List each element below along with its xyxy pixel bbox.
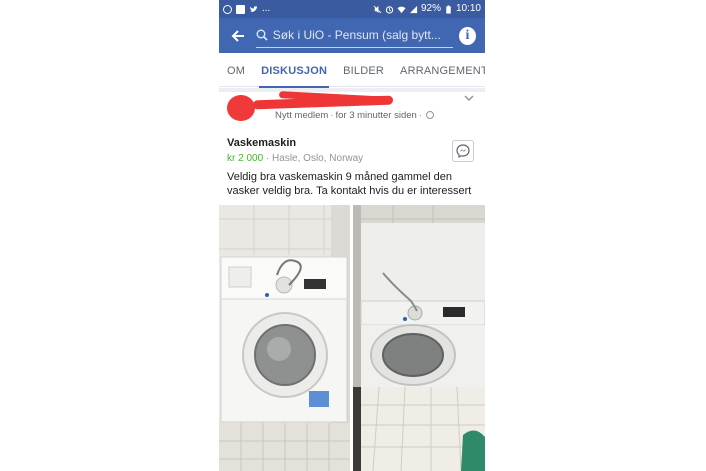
search-icon: [256, 29, 268, 41]
signal-icon: [409, 5, 418, 13]
notification-overflow: ...: [262, 3, 271, 14]
photo-grid: [219, 205, 485, 471]
post-meta: Nytt medlem · for 3 minutter siden ·: [275, 110, 434, 121]
twitter-icon: [249, 5, 258, 12]
listing-title: Vaskemaskin: [227, 137, 297, 149]
messenger-chat-icon: [456, 144, 470, 158]
washing-machine-photo-1[interactable]: [219, 205, 350, 471]
wifi-icon: [397, 6, 406, 13]
meta-separator: ·: [330, 110, 334, 121]
back-button[interactable]: [225, 22, 252, 50]
author-role: Nytt medlem: [275, 110, 329, 121]
info-icon[interactable]: i: [458, 26, 476, 45]
clock: 10:10: [455, 3, 481, 14]
price-location-row: kr 2 000 · Hasle, Oslo, Norway: [227, 153, 477, 164]
tab-diskusjon[interactable]: DISKUSJON: [253, 55, 335, 88]
chevron-down-icon[interactable]: [463, 93, 475, 103]
author-name-redacted[interactable]: [252, 95, 394, 110]
sale-listing: Vaskemaskin kr 2 000 · Hasle, Oslo, Norw…: [227, 137, 477, 164]
search-input[interactable]: Søk i UiO - Pensum (salg bytt...: [273, 28, 453, 42]
meta-separator-2: ·: [418, 110, 422, 121]
message-seller-button[interactable]: [452, 140, 474, 162]
post-author: Nytt medlem · for 3 minutter siden ·: [219, 91, 485, 130]
facebook-icon: [236, 4, 245, 14]
tab-om[interactable]: OM: [219, 55, 253, 87]
alarm-icon: [385, 5, 394, 14]
battery-percent: 92%: [420, 3, 441, 14]
photo-2-image: [353, 205, 485, 471]
listing-description: Veldig bra vaskemaskin 9 måned gammel de…: [227, 171, 472, 197]
messenger-icon: [223, 4, 232, 14]
avatar[interactable]: [227, 95, 255, 121]
globe-icon: [426, 111, 434, 119]
tab-arrangementer[interactable]: ARRANGEMENTER: [392, 55, 485, 87]
listing-location: Hasle, Oslo, Norway: [272, 153, 364, 164]
search-field[interactable]: Søk i UiO - Pensum (salg bytt...: [255, 24, 453, 48]
post-timestamp[interactable]: for 3 minutter siden: [336, 110, 417, 121]
tab-bilder[interactable]: BILDER: [335, 55, 392, 87]
status-bar: ... 92% 10:10: [219, 0, 485, 18]
app-header: Søk i UiO - Pensum (salg bytt... i: [219, 18, 485, 53]
photo-1-image: [219, 205, 350, 471]
meta-separator-3: ·: [265, 153, 270, 164]
phone-screen: ... 92% 10:10 Søk i UiO - Pensum (salg b…: [219, 0, 485, 471]
group-tabs: OM DISKUSJON BILDER ARRANGEMENTER: [219, 55, 485, 88]
washing-machine-photo-2[interactable]: [353, 205, 485, 471]
listing-price: kr 2 000: [227, 153, 264, 164]
mute-icon: [373, 5, 382, 13]
back-arrow-icon: [231, 29, 245, 42]
battery-icon: [446, 4, 451, 14]
